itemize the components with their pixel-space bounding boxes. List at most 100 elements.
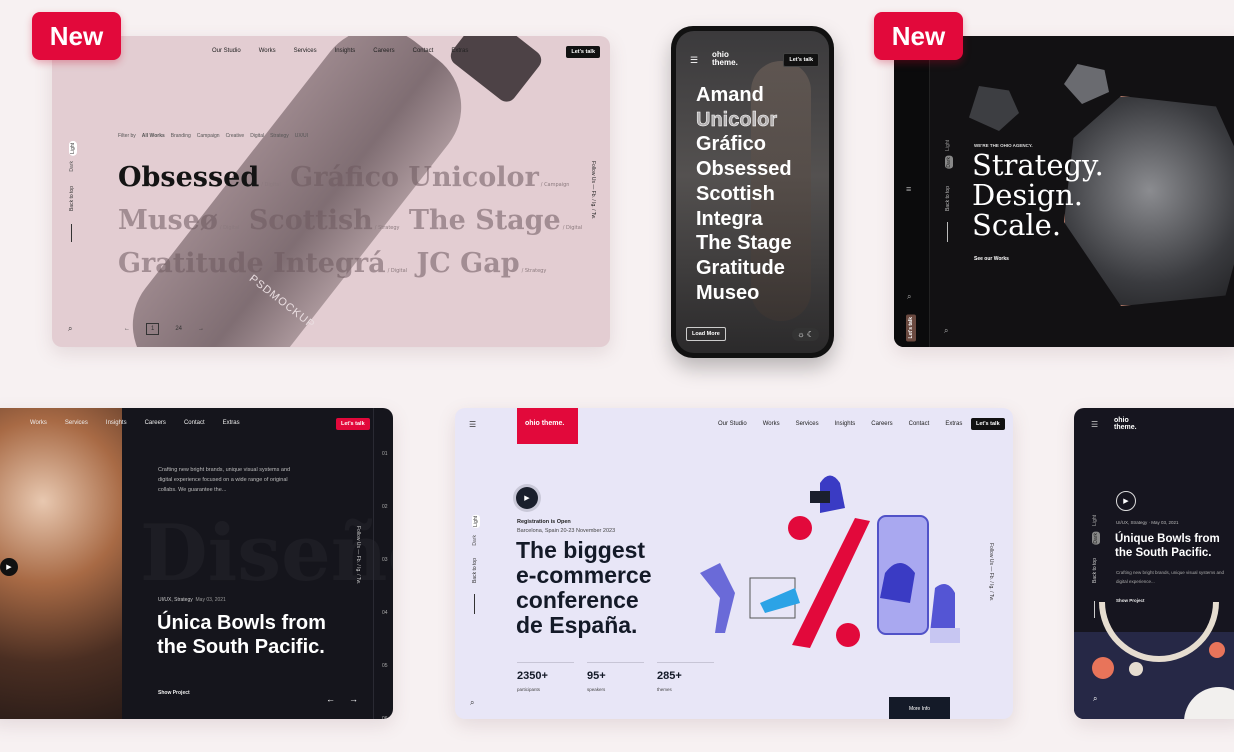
nav-services[interactable]: Services	[796, 421, 819, 427]
light-toggle[interactable]: Light	[1092, 515, 1098, 526]
back-to-top-link[interactable]: Back to top	[69, 186, 75, 211]
more-info-button[interactable]: More Info	[889, 697, 950, 719]
play-button[interactable]: ▶	[1116, 491, 1136, 511]
play-button[interactable]: ▶	[516, 487, 538, 509]
work-jc-gap[interactable]: JC Gap	[417, 248, 520, 279]
search-icon[interactable]: ⌕	[68, 324, 72, 334]
menu-icon[interactable]: ≡	[906, 184, 911, 194]
back-to-top-link[interactable]: Back to top	[1092, 558, 1098, 583]
nav-works[interactable]: Works	[763, 421, 780, 427]
lets-talk-button[interactable]: Let's talk	[971, 418, 1005, 430]
nav-careers[interactable]: Careers	[373, 48, 394, 54]
search-icon[interactable]: ⌕	[1093, 694, 1097, 704]
theme-toggle[interactable]: ☼ ☾	[792, 328, 819, 341]
prev-arrow-icon[interactable]: ←	[124, 326, 130, 332]
filter-branding[interactable]: Branding	[171, 133, 191, 139]
slide-number[interactable]: 01	[382, 428, 388, 481]
menu-icon[interactable]: ☰	[690, 55, 698, 66]
nav-our-studio[interactable]: Our Studio	[718, 421, 747, 427]
nav-contact[interactable]: Contact	[909, 421, 930, 427]
nav-extras[interactable]: Extras	[223, 420, 240, 426]
show-project-link[interactable]: Show Project	[158, 690, 190, 696]
dark-toggle[interactable]: Dark	[1092, 532, 1100, 545]
logo[interactable]: ohio theme.	[1114, 417, 1144, 431]
slide-number[interactable]: 03	[382, 534, 388, 587]
slide-number[interactable]: 05	[382, 640, 388, 693]
light-toggle[interactable]: Light	[945, 140, 951, 151]
preview-card-unique-bowls-mobile[interactable]: ☰ ohio theme. ▶ UI/UX, Strategy · May 03…	[1074, 408, 1234, 719]
nav-insights[interactable]: Insights	[106, 420, 127, 426]
work-item[interactable]: Scottish	[696, 182, 792, 207]
work-scottish[interactable]: Scottish	[249, 205, 373, 236]
back-to-top-link[interactable]: Back to top	[945, 186, 951, 211]
filter-uxui[interactable]: UX/UI	[295, 133, 308, 139]
project-title[interactable]: Únique Bowls from the South Pacific.	[1115, 532, 1234, 560]
logo[interactable]: ohio theme.	[712, 51, 742, 67]
follow-us-links[interactable]: Follow Us — Fb. / Ig. / Tw.	[590, 161, 596, 219]
work-unicolor[interactable]: Unicolor	[408, 162, 538, 193]
filter-creative[interactable]: Creative	[226, 133, 245, 139]
nav-extras[interactable]: Extras	[945, 421, 962, 427]
sun-icon[interactable]: ☼	[797, 330, 804, 339]
filter-all-works[interactable]: All Works	[142, 133, 165, 139]
work-item[interactable]: Gráfico	[696, 132, 792, 157]
light-toggle[interactable]: Light	[69, 141, 77, 156]
lets-talk-button[interactable]: Let's talk	[336, 418, 370, 430]
next-arrow-icon[interactable]: →	[349, 694, 358, 704]
nav-services[interactable]: Services	[65, 420, 88, 426]
nav-our-studio[interactable]: Our Studio	[212, 48, 241, 54]
work-the-stage[interactable]: The Stage	[409, 205, 561, 236]
next-arrow-icon[interactable]: →	[198, 326, 204, 332]
slide-number[interactable]: 02	[382, 481, 388, 534]
work-grafico[interactable]: Gráfico	[290, 162, 399, 193]
project-title[interactable]: Única Bowls from the South Pacific.	[157, 611, 327, 659]
work-gratitude[interactable]: Gratitude	[118, 248, 264, 279]
phone-preview[interactable]: ☰ ohio theme. Let's talk Amand Unicolor …	[671, 26, 834, 358]
work-item[interactable]: Museo	[696, 281, 792, 306]
logo[interactable]: ohio theme.	[517, 408, 578, 444]
page-current[interactable]: 1	[146, 323, 160, 335]
filter-strategy[interactable]: Strategy	[270, 133, 289, 139]
nav-contact[interactable]: Contact	[184, 420, 205, 426]
preview-card-unica-bowls[interactable]: ▶ Diseño Works Services Insights Careers…	[0, 408, 393, 719]
preview-card-obsessed[interactable]: PSDMOCKUP Our Studio Works Services Insi…	[52, 36, 610, 347]
nav-works[interactable]: Works	[259, 48, 276, 54]
work-integra[interactable]: Integrá	[273, 248, 386, 279]
lets-talk-button[interactable]: Let's talk	[566, 46, 600, 58]
follow-us-links[interactable]: Follow Us — Fb. / Ig. / Tw.	[355, 526, 361, 584]
dark-toggle[interactable]: Dark	[472, 535, 478, 546]
search-icon[interactable]: ⌕	[470, 698, 474, 708]
see-our-works-link[interactable]: See our Works	[974, 256, 1009, 262]
work-item[interactable]: Amand	[696, 83, 792, 108]
menu-icon[interactable]: ☰	[1091, 420, 1098, 429]
show-project-link[interactable]: Show Project	[1116, 598, 1145, 603]
nav-careers[interactable]: Careers	[871, 421, 892, 427]
nav-extras[interactable]: Extras	[451, 48, 468, 54]
work-obsessed[interactable]: Obsessed	[118, 162, 259, 193]
dark-toggle[interactable]: Dark	[945, 156, 953, 169]
search-icon[interactable]: ⌕	[907, 292, 911, 302]
light-toggle[interactable]: Light	[472, 515, 480, 528]
nav-works[interactable]: Works	[30, 420, 47, 426]
work-item[interactable]: Gratitude	[696, 256, 792, 281]
preview-card-strategy[interactable]: ಠ ≡ ⌕ Let's talk Light Dark Back to top …	[894, 36, 1234, 347]
work-item-active[interactable]: Unicolor	[696, 108, 792, 133]
nav-insights[interactable]: Insights	[835, 421, 856, 427]
play-button[interactable]: ▶	[0, 558, 18, 576]
search-icon[interactable]: ⌕	[944, 326, 948, 336]
nav-services[interactable]: Services	[294, 48, 317, 54]
work-item[interactable]: Integra	[696, 207, 792, 232]
work-museo[interactable]: Museø	[118, 205, 218, 236]
lets-talk-button[interactable]: Let's talk	[783, 53, 819, 67]
dark-toggle[interactable]: Dark	[69, 161, 75, 172]
menu-icon[interactable]: ☰	[469, 420, 476, 429]
slide-number[interactable]: 04	[382, 587, 388, 640]
prev-arrow-icon[interactable]: ←	[326, 694, 335, 704]
load-more-button[interactable]: Load More	[686, 327, 726, 341]
nav-careers[interactable]: Careers	[145, 420, 166, 426]
filter-digital[interactable]: Digital	[250, 133, 264, 139]
preview-card-ecommerce-conference[interactable]: ☰ ohio theme. Our Studio Works Services …	[455, 408, 1013, 719]
work-item[interactable]: Obsessed	[696, 157, 792, 182]
nav-insights[interactable]: Insights	[335, 48, 356, 54]
work-item[interactable]: The Stage	[696, 231, 792, 256]
